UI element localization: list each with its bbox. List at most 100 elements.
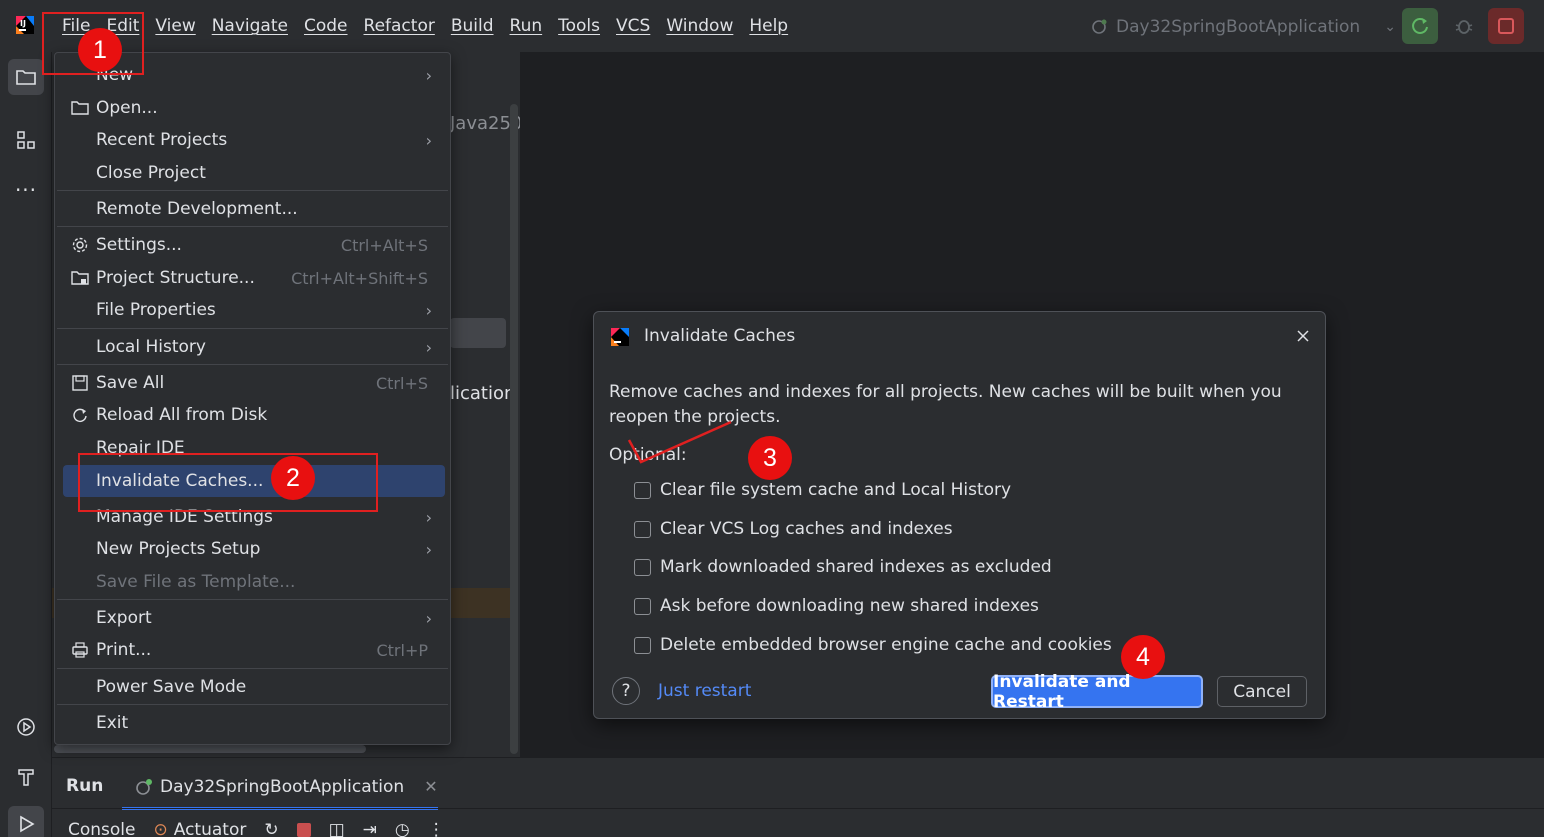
annotation-highlight-box — [78, 453, 378, 512]
checkbox-label: Delete embedded browser engine cache and… — [660, 635, 1112, 655]
checkbox-label: Ask before downloading new shared indexe… — [660, 596, 1039, 616]
spring-boot-icon — [1092, 19, 1107, 34]
menu-item-save-all[interactable]: Save All Ctrl+S — [55, 367, 450, 399]
menu-separator — [57, 364, 448, 365]
stop-button[interactable] — [1488, 8, 1524, 44]
menu-separator — [57, 190, 448, 191]
shortcut-label: Ctrl+Alt+Shift+S — [291, 268, 428, 288]
menu-view[interactable]: View — [147, 0, 203, 52]
actuator-tab[interactable]: ⊙ Actuator — [154, 820, 247, 837]
camera-icon[interactable]: ◫ — [329, 820, 345, 837]
checkbox-ask-before-downloading[interactable]: Ask before downloading new shared indexe… — [634, 596, 1039, 616]
build-tool-button[interactable] — [8, 759, 44, 795]
shortcut-label: Ctrl+Alt+S — [340, 235, 428, 255]
structure-tool-button[interactable] — [8, 122, 44, 158]
chevron-right-icon: › — [425, 507, 432, 527]
project-tool-button[interactable] — [8, 59, 44, 95]
folder-icon — [71, 101, 89, 115]
more-icon[interactable]: ⋮ — [428, 820, 445, 837]
menu-item-label: Recent Projects — [96, 130, 228, 150]
file-menu-dropdown: New › Open... Recent Projects › Close Pr… — [54, 52, 451, 745]
menu-navigate[interactable]: Navigate — [204, 0, 296, 52]
menu-item-label: File Properties — [96, 300, 216, 320]
checkbox-clear-vcs-log-caches[interactable]: Clear VCS Log caches and indexes — [634, 519, 953, 539]
menu-run[interactable]: Run — [502, 0, 551, 52]
menu-item-local-history[interactable]: Local History › — [55, 331, 450, 363]
menu-item-reload-all[interactable]: Reload All from Disk — [55, 399, 450, 431]
structure-icon — [17, 131, 35, 149]
just-restart-link[interactable]: Just restart — [658, 681, 751, 701]
stop-icon — [1498, 18, 1514, 34]
menu-item-label: Save All — [96, 373, 165, 393]
menu-tools[interactable]: Tools — [550, 0, 608, 52]
more-tools-button[interactable]: ··· — [8, 172, 44, 208]
help-button[interactable]: ? — [612, 677, 640, 705]
menu-code[interactable]: Code — [296, 0, 356, 52]
checkbox-label: Mark downloaded shared indexes as exclud… — [660, 557, 1052, 577]
left-tool-strip: ··· — [0, 52, 52, 837]
menu-item-label: Power Save Mode — [96, 677, 247, 697]
hammer-icon — [18, 769, 34, 786]
menu-item-label: Export — [96, 608, 152, 628]
menu-separator — [57, 704, 448, 705]
menu-item-file-properties[interactable]: File Properties › — [55, 294, 450, 326]
checkbox-delete-browser-cache[interactable]: Delete embedded browser engine cache and… — [634, 635, 1112, 655]
stop-icon[interactable] — [296, 823, 311, 837]
horizontal-scrollbar[interactable] — [54, 745, 366, 753]
menu-item-exit[interactable]: Exit — [55, 707, 450, 739]
run-config-label: Day32SpringBootApplication — [1116, 17, 1361, 37]
checkbox-box[interactable] — [634, 520, 651, 538]
checkbox-box[interactable] — [634, 558, 651, 576]
invalidate-and-restart-button[interactable]: Invalidate and Restart — [991, 672, 1203, 712]
menu-refactor[interactable]: Refactor — [356, 0, 443, 52]
rerun-icon[interactable]: ↻ — [264, 820, 278, 837]
menu-item-settings[interactable]: Settings... Ctrl+Alt+S — [55, 229, 450, 261]
menu-item-project-structure[interactable]: Project Structure... Ctrl+Alt+Shift+S — [55, 262, 450, 294]
chevron-right-icon: › — [425, 337, 432, 357]
menu-item-open[interactable]: Open... — [55, 92, 450, 124]
vertical-scrollbar[interactable] — [510, 104, 518, 754]
chevron-right-icon: › — [425, 300, 432, 320]
menu-item-label: Save File as Template... — [96, 572, 296, 592]
services-tool-button[interactable] — [8, 709, 44, 745]
tree-selection-block — [450, 318, 506, 348]
menu-help[interactable]: Help — [741, 0, 796, 52]
run-icon — [20, 815, 35, 833]
close-icon[interactable] — [1293, 326, 1313, 346]
menu-vcs[interactable]: VCS — [608, 0, 658, 52]
run-tool-button[interactable] — [8, 806, 44, 837]
menu-item-export[interactable]: Export › — [55, 602, 450, 634]
menu-build[interactable]: Build — [443, 0, 502, 52]
menu-item-recent-projects[interactable]: Recent Projects › — [55, 124, 450, 156]
run-tab[interactable]: Day32SpringBootApplication ✕ — [122, 766, 438, 810]
menu-item-print[interactable]: Print... Ctrl+P — [55, 634, 450, 666]
exit-icon[interactable]: ⇥ — [363, 820, 377, 837]
title-bar: IJ File Edit View Navigate Code Refactor… — [0, 0, 1544, 52]
chevron-right-icon: › — [425, 65, 432, 85]
cancel-button[interactable]: Cancel — [1217, 676, 1307, 707]
menu-item-label: Open... — [96, 98, 158, 118]
close-icon[interactable]: ✕ — [424, 777, 437, 796]
rerun-button[interactable] — [1402, 8, 1438, 44]
menu-item-close-project[interactable]: Close Project — [55, 157, 450, 189]
checkbox-mark-shared-indexes-excluded[interactable]: Mark downloaded shared indexes as exclud… — [634, 557, 1052, 577]
menu-item-label: Reload All from Disk — [96, 405, 268, 425]
printer-icon — [72, 642, 88, 658]
console-tab[interactable]: Console — [68, 820, 136, 837]
dialog-title: Invalidate Caches — [644, 326, 796, 346]
menu-item-power-save-mode[interactable]: Power Save Mode — [55, 671, 450, 703]
debug-button[interactable] — [1446, 8, 1482, 44]
menu-item-label: Remote Development... — [96, 199, 298, 219]
run-config-selector[interactable]: Day32SpringBootApplication ⌄ — [1090, 13, 1396, 41]
checkbox-box[interactable] — [634, 636, 651, 654]
menu-item-remote-development[interactable]: Remote Development... — [55, 193, 450, 225]
menu-window[interactable]: Window — [658, 0, 741, 52]
reload-icon — [73, 408, 87, 422]
intellij-logo-icon[interactable]: IJ — [14, 14, 36, 36]
chevron-right-icon: › — [425, 130, 432, 150]
shortcut-label: Ctrl+P — [376, 640, 428, 660]
clock-icon[interactable]: ◷ — [395, 820, 410, 837]
annotation-step-2: 2 — [271, 456, 315, 500]
menu-item-new-projects-setup[interactable]: New Projects Setup › — [55, 533, 450, 565]
checkbox-box[interactable] — [634, 597, 651, 615]
